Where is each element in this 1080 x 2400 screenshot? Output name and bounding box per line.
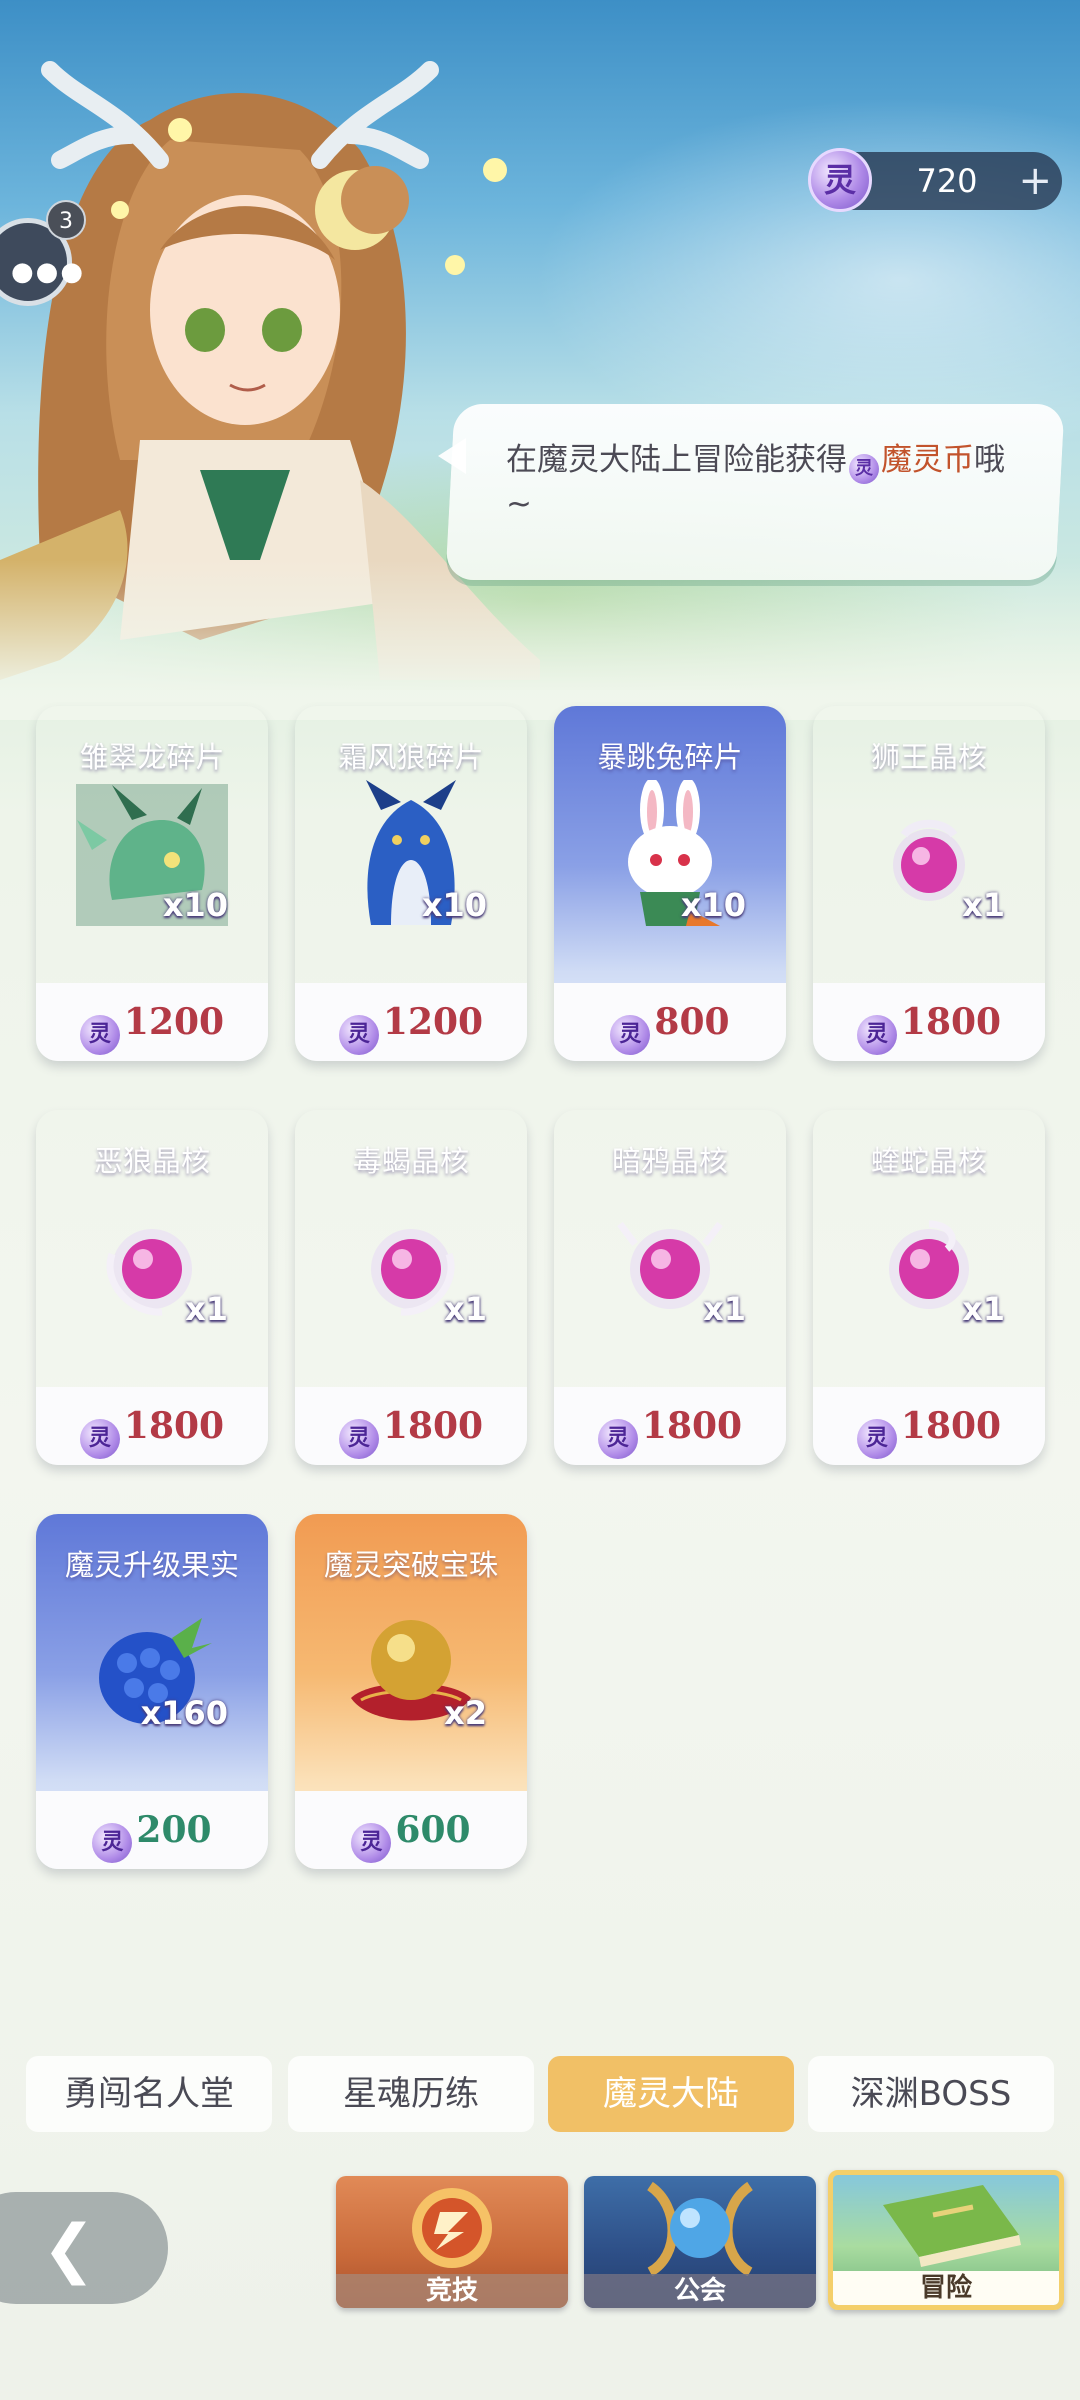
item-price: 1800 — [123, 1405, 225, 1447]
item-name: 毒蝎晶核 — [352, 1144, 469, 1178]
hero-fade — [0, 560, 1080, 720]
spirit-coin-icon: 灵 — [856, 1015, 897, 1055]
tab-hall-of-fame[interactable]: 勇闯名人堂 — [26, 2056, 272, 2132]
chat-icon: ●●● — [11, 257, 86, 287]
price-bar: 灵 1800 — [813, 983, 1045, 1061]
tab-star-soul-training[interactable]: 星魂历练 — [288, 2056, 534, 2132]
item-price: 1800 — [641, 1405, 743, 1447]
shop-item-card[interactable]: 魔灵升级果实 x160 灵 200 — [36, 1514, 268, 1869]
spirit-coin-icon: 灵 — [338, 1419, 379, 1459]
spirit-coin-icon: 灵 — [808, 148, 872, 212]
item-name: 恶狼晶核 — [93, 1144, 210, 1178]
shop-item-card[interactable]: 蝰蛇晶核 x1 灵 1800 — [813, 1110, 1045, 1465]
spirit-coin-icon: 灵 — [79, 1015, 120, 1055]
nav-adventure[interactable]: 冒险 — [828, 2170, 1064, 2310]
nav-arena-label: 竞技 — [336, 2274, 568, 2308]
item-price: 200 — [136, 1809, 212, 1851]
item-name: 霜风狼碎片 — [338, 740, 484, 774]
item-price: 600 — [395, 1809, 471, 1851]
item-name: 魔灵升级果实 — [64, 1548, 239, 1582]
item-name: 魔灵突破宝珠 — [323, 1548, 498, 1582]
nav-arena[interactable]: 竞技 — [336, 2176, 568, 2308]
price-bar: 灵 1800 — [36, 1387, 268, 1465]
item-quantity: x1 — [962, 886, 1005, 924]
spirit-coin-balance: 灵 720 + — [808, 148, 1062, 212]
item-name: 蝰蛇晶核 — [870, 1144, 987, 1178]
spirit-coin-icon: 灵 — [849, 454, 879, 484]
speech-text: 在魔灵大陆上冒险能获得灵魔灵币哦~ — [506, 440, 1006, 524]
guild-orb-icon — [646, 2181, 754, 2277]
shop-item-card[interactable]: 狮王晶核 x1 灵 1800 — [813, 706, 1045, 1061]
arena-emblem-icon — [412, 2188, 492, 2268]
shop-item-card[interactable]: 雏翠龙碎片 x10 灵 1200 — [36, 706, 268, 1061]
item-quantity: x160 — [140, 1694, 228, 1732]
spirit-coin-icon: 灵 — [338, 1015, 379, 1055]
speech-text-start: 在魔灵大陆上冒险能获得 — [506, 442, 847, 478]
spirit-coin-icon: 灵 — [351, 1823, 392, 1863]
item-name: 雏翠龙碎片 — [79, 740, 225, 774]
item-price: 1800 — [900, 1405, 1002, 1447]
item-quantity: x10 — [162, 886, 228, 924]
nav-guild-label: 公会 — [584, 2274, 816, 2308]
spirit-coin-amount: 720 — [916, 162, 978, 200]
item-price: 1800 — [900, 1001, 1002, 1043]
item-quantity: x10 — [680, 886, 746, 924]
item-quantity: x1 — [185, 1290, 228, 1328]
shop-item-card[interactable]: 恶狼晶核 x1 灵 1800 — [36, 1110, 268, 1465]
nav-adventure-label: 冒险 — [833, 2271, 1059, 2305]
tab-spirit-continent[interactable]: 魔灵大陆 — [548, 2056, 794, 2132]
price-bar: 灵 1200 — [36, 983, 268, 1061]
spirit-coin-icon: 灵 — [92, 1823, 133, 1863]
price-bar: 灵 800 — [554, 983, 786, 1061]
item-quantity: x1 — [444, 1290, 487, 1328]
chat-unread-badge: 3 — [46, 200, 86, 240]
item-price: 1200 — [382, 1001, 484, 1043]
shop-item-card[interactable]: 魔灵突破宝珠 x2 灵 600 — [295, 1514, 527, 1869]
item-name: 暗鸦晶核 — [611, 1144, 728, 1178]
item-name: 狮王晶核 — [870, 740, 987, 774]
item-price: 1800 — [382, 1405, 484, 1447]
item-quantity: x1 — [703, 1290, 746, 1328]
item-quantity: x1 — [962, 1290, 1005, 1328]
speech-bubble-tail — [438, 438, 466, 474]
add-currency-button[interactable]: + — [1018, 152, 1052, 210]
item-quantity: x2 — [444, 1694, 487, 1732]
adventure-book-icon — [883, 2185, 1021, 2267]
chevron-left-icon: ❮ — [42, 2212, 96, 2286]
shop-item-card[interactable]: 暗鸦晶核 x1 灵 1800 — [554, 1110, 786, 1465]
price-bar: 灵 1800 — [295, 1387, 527, 1465]
price-bar: 灵 1200 — [295, 983, 527, 1061]
back-button[interactable]: ❮ — [0, 2192, 168, 2304]
price-bar: 灵 1800 — [813, 1387, 1045, 1465]
item-price: 800 — [654, 1001, 730, 1043]
spirit-coin-icon: 灵 — [79, 1419, 120, 1459]
shop-item-card[interactable]: 毒蝎晶核 x1 灵 1800 — [295, 1110, 527, 1465]
item-quantity: x10 — [421, 886, 487, 924]
speech-highlight: 魔灵币 — [881, 442, 974, 478]
item-name: 暴跳兔碎片 — [597, 740, 743, 774]
price-bar: 灵 1800 — [554, 1387, 786, 1465]
price-bar: 灵 600 — [295, 1791, 527, 1869]
spirit-coin-icon: 灵 — [856, 1419, 897, 1459]
shop-item-card[interactable]: 霜风狼碎片 x10 灵 1200 — [295, 706, 527, 1061]
shop-item-card[interactable]: 暴跳兔碎片 x10 灵 800 — [554, 706, 786, 1061]
price-bar: 灵 200 — [36, 1791, 268, 1869]
tab-abyss-boss[interactable]: 深渊BOSS — [808, 2056, 1054, 2132]
spirit-coin-icon: 灵 — [597, 1419, 638, 1459]
item-price: 1200 — [123, 1001, 225, 1043]
nav-guild[interactable]: 公会 — [584, 2176, 816, 2308]
spirit-coin-icon: 灵 — [610, 1015, 651, 1055]
